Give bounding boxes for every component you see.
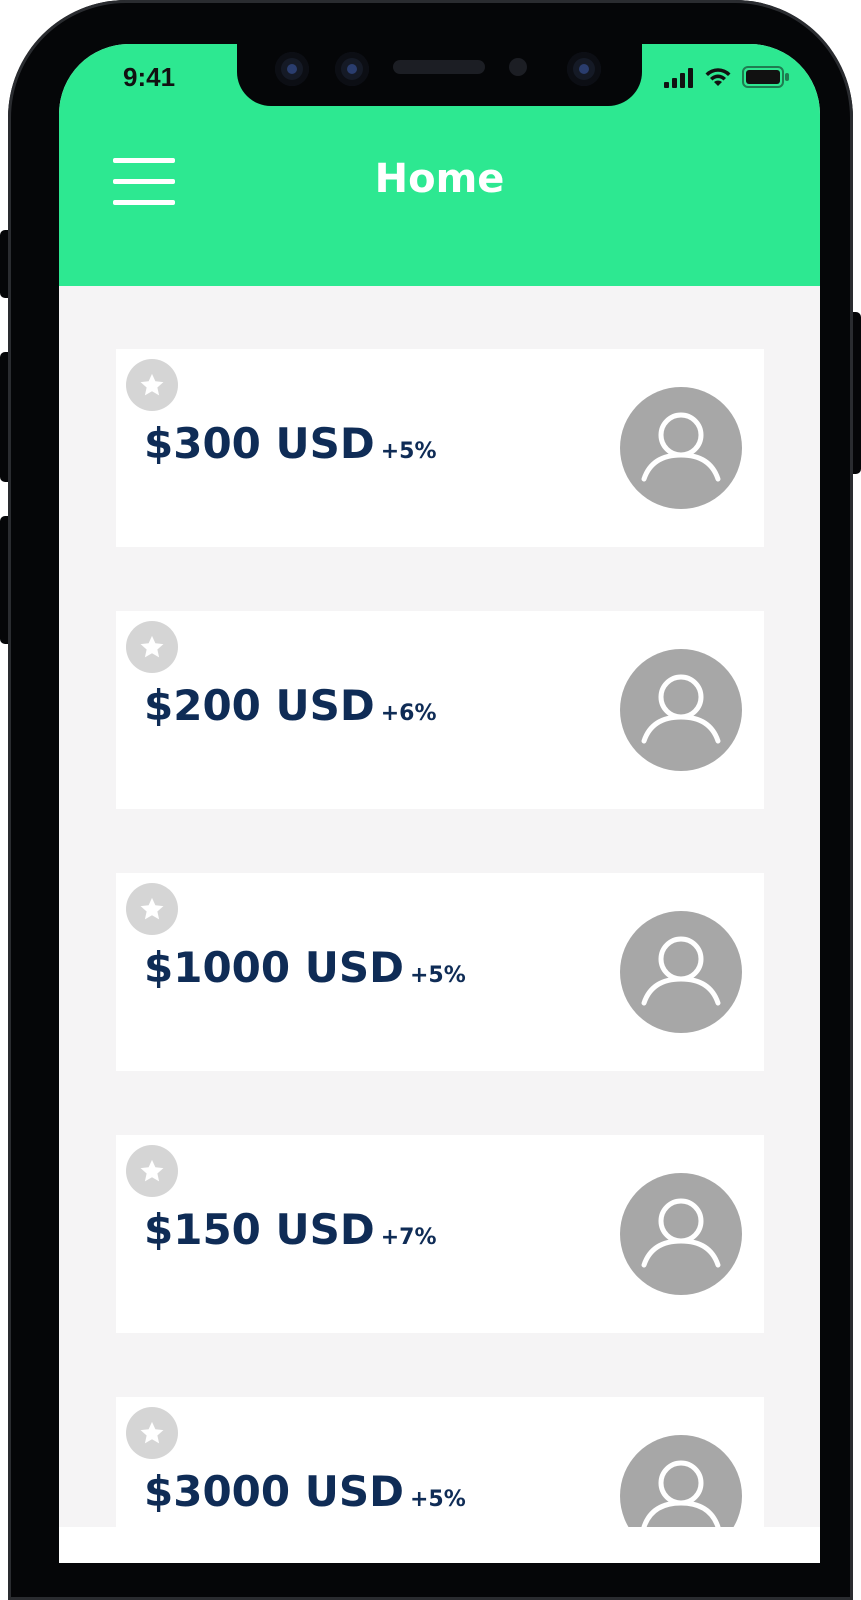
list-item[interactable]: $1000 USD +5%	[116, 873, 764, 1071]
speaker-grille	[393, 60, 485, 74]
bottom-bar	[59, 1527, 820, 1563]
change-percent: +6%	[380, 701, 437, 726]
change-percent: +5%	[409, 963, 466, 988]
change-percent: +7%	[380, 1225, 437, 1250]
star-icon[interactable]	[126, 1407, 178, 1459]
amount-text: $300 USD +5%	[144, 419, 437, 468]
amount-text: $200 USD +6%	[144, 681, 437, 730]
user-avatar-icon[interactable]	[620, 1173, 742, 1295]
change-percent: +5%	[409, 1487, 466, 1512]
star-icon[interactable]	[126, 1145, 178, 1197]
signal-icon	[664, 68, 693, 88]
star-icon[interactable]	[126, 883, 178, 935]
user-avatar-icon[interactable]	[620, 911, 742, 1033]
user-avatar-icon[interactable]	[620, 387, 742, 509]
change-percent: +5%	[380, 439, 437, 464]
amount-value: $150 USD	[144, 1205, 375, 1254]
status-time: 9:41	[123, 62, 176, 92]
notch	[237, 44, 642, 106]
amount-value: $1000 USD	[144, 943, 404, 992]
app-header: 9:41 Home	[59, 44, 820, 286]
star-icon[interactable]	[126, 621, 178, 673]
list-item[interactable]: $300 USD +5%	[116, 349, 764, 547]
camera-icon	[335, 52, 369, 86]
amount-value: $3000 USD	[144, 1467, 404, 1516]
page-title: Home	[374, 156, 505, 202]
amount-value: $300 USD	[144, 419, 375, 468]
list-item[interactable]: $200 USD +6%	[116, 611, 764, 809]
phone-frame: 9:41 Home $300 USD +5% $200 USD +6% $100…	[8, 0, 853, 1600]
camera-icon	[275, 52, 309, 86]
proximity-sensor	[509, 58, 527, 76]
star-icon[interactable]	[126, 359, 178, 411]
user-avatar-icon[interactable]	[620, 649, 742, 771]
amount-value: $200 USD	[144, 681, 375, 730]
amount-text: $150 USD +7%	[144, 1205, 437, 1254]
app-screen: 9:41 Home $300 USD +5% $200 USD +6% $100…	[59, 44, 820, 1563]
battery-icon	[742, 66, 789, 88]
amount-text: $3000 USD +5%	[144, 1467, 466, 1516]
amount-text: $1000 USD +5%	[144, 943, 466, 992]
wifi-icon	[705, 68, 731, 86]
list-item[interactable]: $150 USD +7%	[116, 1135, 764, 1333]
status-icons	[664, 66, 790, 88]
front-camera-icon	[567, 52, 601, 86]
